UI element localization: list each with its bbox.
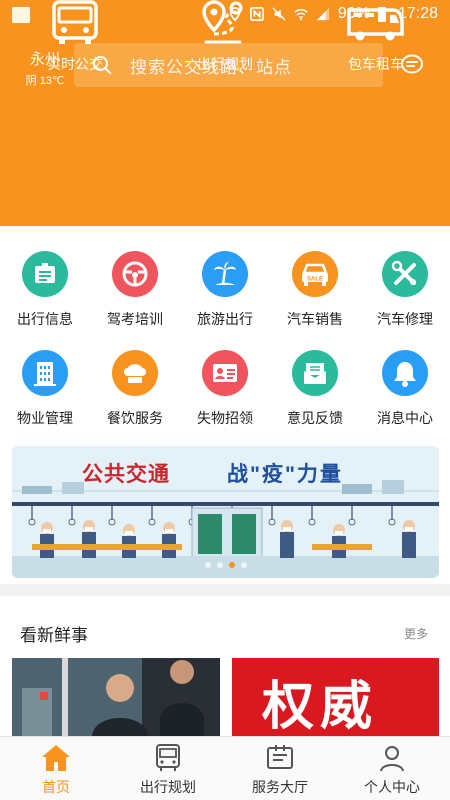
news-header: 看新鲜事 更多 bbox=[0, 584, 450, 646]
tab-label: 出行规划 bbox=[140, 779, 196, 795]
service-catering[interactable]: 餐饮服务 bbox=[90, 350, 180, 428]
service-label: 餐饮服务 bbox=[107, 410, 163, 426]
tab-label: 服务大厅 bbox=[252, 779, 308, 795]
services-grid: 出行信息 驾考培训 旅游出行 SALE 汽车销售 汽车修理 物业管理 餐饮服务 … bbox=[0, 226, 450, 434]
top-nav-label: 出行规划 bbox=[197, 56, 253, 72]
carousel-dot[interactable] bbox=[204, 562, 211, 568]
info-board-icon bbox=[22, 251, 68, 297]
service-travel-tourism[interactable]: 旅游出行 bbox=[180, 251, 270, 329]
service-feedback[interactable]: 意见反馈 bbox=[270, 350, 360, 428]
service-hall-icon bbox=[267, 745, 293, 769]
carousel-dot[interactable] bbox=[216, 562, 223, 568]
service-message-center[interactable]: 消息中心 bbox=[360, 350, 450, 428]
banner-illustration bbox=[12, 446, 439, 578]
service-label: 驾考培训 bbox=[107, 311, 163, 327]
palm-tree-icon bbox=[202, 251, 248, 297]
top-nav-realtime-bus[interactable]: 实时公交 bbox=[15, 0, 135, 74]
coach-icon bbox=[347, 8, 404, 41]
wifi-icon bbox=[294, 9, 308, 21]
building-icon bbox=[22, 350, 68, 396]
header: 90% 17:28 永州 阴 13℃ 搜索公交线路、站点 实时公交 出行规划 包… bbox=[0, 0, 450, 226]
bus-front-icon bbox=[156, 744, 180, 771]
tab-personal-center[interactable]: 个人中心 bbox=[336, 737, 448, 800]
chef-hat-icon bbox=[112, 350, 158, 396]
carousel-dots bbox=[204, 562, 247, 568]
service-label: 失物招领 bbox=[197, 410, 253, 426]
tab-trip-planning[interactable]: 出行规划 bbox=[112, 737, 224, 800]
carousel-dot[interactable] bbox=[240, 562, 247, 568]
tab-label: 首页 bbox=[42, 779, 70, 795]
news-photo bbox=[12, 658, 220, 736]
steering-wheel-icon bbox=[112, 251, 158, 297]
news-card-1[interactable] bbox=[12, 658, 220, 736]
tab-label: 个人中心 bbox=[364, 779, 420, 795]
service-label: 汽车销售 bbox=[287, 311, 343, 327]
service-label: 消息中心 bbox=[377, 410, 433, 426]
service-travel-info[interactable]: 出行信息 bbox=[0, 251, 90, 329]
service-car-repair[interactable]: 汽车修理 bbox=[360, 251, 450, 329]
bottom-nav: 首页 出行规划 服务大厅 个人中心 bbox=[0, 736, 450, 800]
bus-icon bbox=[52, 0, 98, 44]
person-icon bbox=[380, 746, 404, 772]
tab-home[interactable]: 首页 bbox=[0, 737, 112, 800]
news-more-link[interactable]: 更多 bbox=[404, 625, 428, 642]
tab-service-hall[interactable]: 服务大厅 bbox=[224, 737, 336, 800]
service-label: 物业管理 bbox=[17, 410, 73, 426]
service-car-sales[interactable]: SALE 汽车销售 bbox=[270, 251, 360, 329]
top-nav-charter[interactable]: 包车租车 bbox=[316, 0, 436, 74]
service-driving-training[interactable]: 驾考培训 bbox=[90, 251, 180, 329]
route-icon bbox=[202, 0, 243, 44]
top-nav-label: 包车租车 bbox=[348, 56, 404, 72]
wrench-icon bbox=[382, 251, 428, 297]
weather-text: 阴 13℃ bbox=[25, 75, 65, 87]
top-nav-label: 实时公交 bbox=[47, 56, 103, 72]
service-label: 汽车修理 bbox=[377, 311, 433, 327]
service-label: 旅游出行 bbox=[197, 311, 253, 327]
service-property-management[interactable]: 物业管理 bbox=[0, 350, 90, 428]
news-title: 看新鲜事 bbox=[20, 626, 88, 645]
id-card-icon bbox=[202, 350, 248, 396]
service-lost-found[interactable]: 失物招领 bbox=[180, 350, 270, 428]
top-nav-trip-planning[interactable]: 出行规划 bbox=[165, 0, 285, 74]
carousel-dot-active[interactable] bbox=[228, 562, 235, 568]
news-card-2-text: 权威 bbox=[262, 676, 379, 736]
bell-icon bbox=[382, 350, 428, 396]
banner-section: 公共交通 战"疫"力量 bbox=[0, 434, 450, 584]
banner-title-left: 公共交通 bbox=[82, 463, 170, 486]
news-section: 看新鲜事 更多 权威 bbox=[0, 584, 450, 736]
car-sale-icon: SALE bbox=[292, 251, 338, 297]
home-icon bbox=[42, 745, 70, 771]
mail-icon bbox=[292, 350, 338, 396]
service-label: 意见反馈 bbox=[287, 410, 343, 426]
banner-carousel[interactable]: 公共交通 战"疫"力量 bbox=[12, 446, 439, 578]
svg-text:SALE: SALE bbox=[307, 277, 323, 283]
news-card-2[interactable]: 权威 bbox=[232, 658, 439, 736]
banner-title-right: 战"疫"力量 bbox=[227, 463, 343, 486]
service-label: 出行信息 bbox=[17, 311, 73, 327]
